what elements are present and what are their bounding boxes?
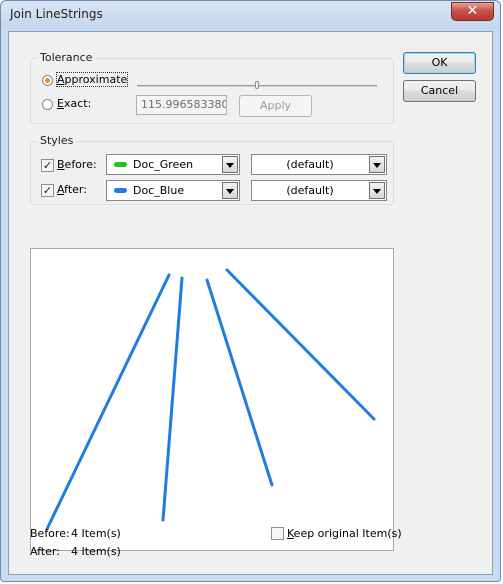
after-level-combo[interactable]: (default) [251, 180, 387, 201]
title-bar[interactable]: Join LineStrings ✕ [1, 1, 500, 29]
before-label[interactable]: Before: [57, 158, 97, 171]
approximate-radio[interactable] [42, 75, 53, 86]
after-level-value: (default) [286, 184, 334, 197]
join-linestrings-dialog: Join LineStrings ✕ Tolerance Approximate… [0, 0, 501, 582]
after-count-value: 4 Item(s) [71, 545, 121, 558]
chevron-down-icon[interactable] [369, 156, 385, 173]
before-count-value: 4 Item(s) [71, 527, 121, 540]
chevron-down-icon[interactable] [369, 182, 385, 199]
close-button[interactable]: ✕ [451, 2, 494, 21]
after-checkbox[interactable]: ✓ [41, 184, 54, 197]
after-style-name: Doc_Blue [133, 184, 185, 197]
before-style-name: Doc_Green [133, 158, 194, 171]
after-label[interactable]: After: [57, 183, 87, 196]
keep-original-label[interactable]: Keep original Item(s) [287, 527, 402, 540]
close-icon: ✕ [466, 3, 479, 19]
before-count-label: Before: [30, 527, 70, 540]
checkmark-icon: ✓ [42, 159, 53, 172]
before-level-combo[interactable]: (default) [251, 154, 387, 175]
tolerance-slider-thumb[interactable] [255, 81, 259, 89]
apply-button[interactable]: Apply [239, 95, 312, 117]
exact-radio[interactable] [42, 99, 53, 110]
styles-group-label: Styles [37, 134, 77, 147]
window-title: Join LineStrings [10, 7, 103, 21]
before-style-combo[interactable]: Doc_Green [106, 154, 240, 175]
linestring-1 [45, 273, 171, 531]
after-style-combo[interactable]: Doc_Blue [106, 180, 240, 201]
linestring-3 [205, 278, 274, 487]
checkmark-icon: ✓ [42, 184, 53, 197]
after-count-label: After: [30, 545, 60, 558]
chevron-down-icon[interactable] [222, 182, 238, 199]
before-level-value: (default) [286, 158, 334, 171]
dialog-client-area: Tolerance Approximate Exact: 115.9965833… [8, 31, 493, 575]
linestring-4 [225, 268, 376, 421]
line-color-swatch [114, 162, 127, 167]
linestring-2 [161, 276, 184, 522]
chevron-down-icon[interactable] [222, 156, 238, 173]
line-color-swatch [114, 188, 127, 193]
exact-label[interactable]: Exact: [57, 97, 91, 110]
before-checkbox[interactable]: ✓ [41, 159, 54, 172]
preview-drawing [45, 268, 376, 531]
approximate-label[interactable]: Approximate [55, 72, 129, 87]
preview-canvas [30, 248, 394, 551]
keep-original-checkbox[interactable] [271, 527, 284, 540]
tolerance-group-label: Tolerance [37, 51, 96, 64]
exact-tolerance-input[interactable]: 115.9965833806 [136, 95, 227, 115]
cancel-button[interactable]: Cancel [403, 80, 476, 102]
ok-button[interactable]: OK [403, 52, 476, 74]
